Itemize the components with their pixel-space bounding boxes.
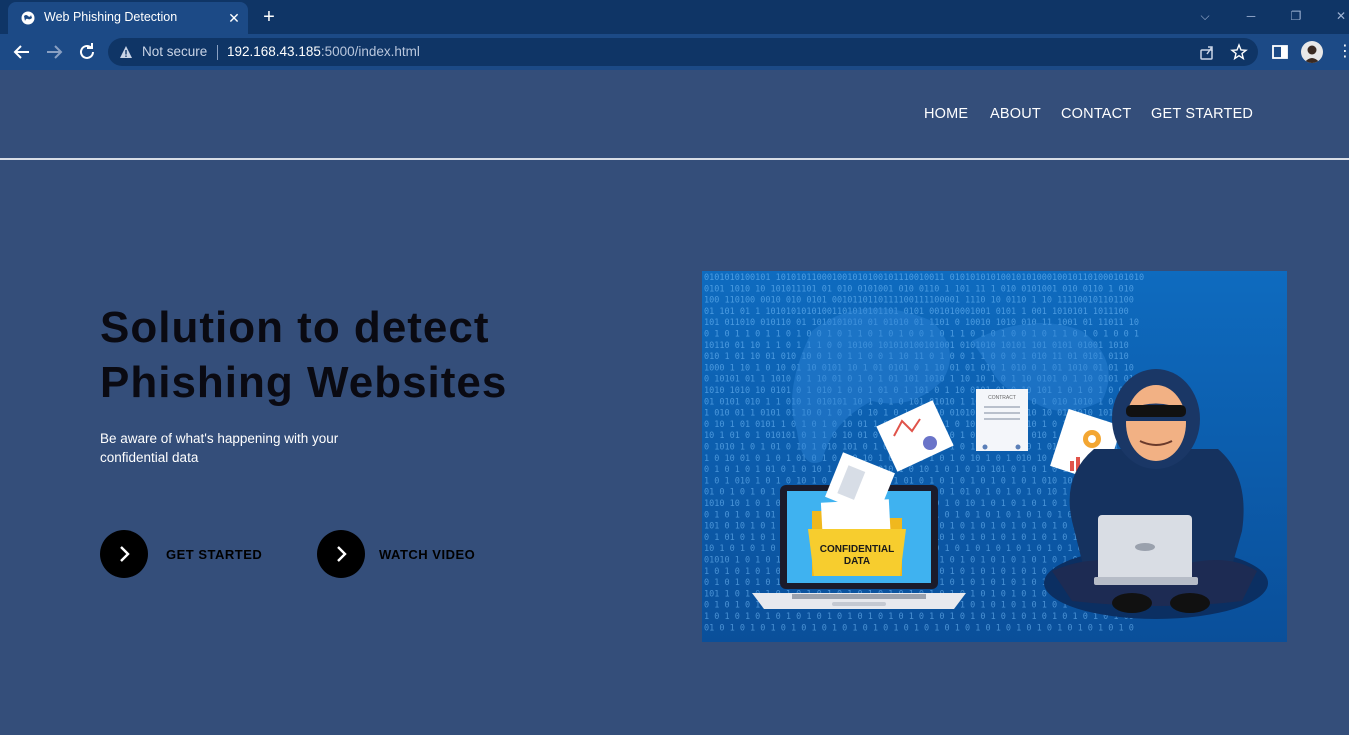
address-bar[interactable]: Not secure 192.168.43.185:5000/index.htm… [108, 38, 1258, 66]
restore-icon[interactable]: ❐ [1285, 6, 1307, 26]
watch-video-button[interactable]: WATCH VIDEO [317, 530, 487, 580]
url-host: 192.168.43.185 [227, 44, 321, 59]
binary-row: 0101 1010 10 101011101 01 010 0101001 01… [704, 284, 1134, 294]
binary-row: 01 0 1 0 1 0 1 0 1 0 1 0 1 0 1 0 1 0 1 0… [704, 623, 1134, 633]
hero-title: Solution to detect Phishing Websites [100, 300, 620, 410]
forward-arrow-icon[interactable] [42, 40, 66, 64]
browser-toolbar: Not secure 192.168.43.185:5000/index.htm… [0, 34, 1349, 70]
minimize-icon[interactable]: ─ [1240, 6, 1262, 26]
omnibox-divider [217, 45, 218, 60]
binary-row: 100 110100 0010 010 0101 001011011011110… [704, 296, 1134, 306]
contract-document: CONTRACT [976, 389, 1028, 451]
get-started-label: GET STARTED [166, 547, 263, 562]
bookmark-star-icon[interactable] [1230, 43, 1248, 61]
phishing-hacker-illustration: 0101010100101 10101011000100101010010111… [702, 271, 1287, 642]
tab-title: Web Phishing Detection [44, 10, 178, 24]
warning-triangle-icon [120, 46, 132, 58]
binary-row: 1 0 1 0 1 0 1 0 1 0 1 0 1 0 1 0 1 0 1 0 … [704, 612, 1134, 622]
url-text[interactable]: 192.168.43.185:5000/index.html [227, 44, 420, 59]
page-body: HOME ABOUT CONTACT GET STARTED Solution … [0, 70, 1349, 735]
contract-label: CONTRACT [988, 395, 1016, 401]
hero-title-line-2: Phishing Websites [100, 358, 508, 407]
browser-tab-strip: Web Phishing Detection ✕ + ⌵ ─ ❐ ✕ [0, 0, 1349, 34]
binary-row: 0101010100101 10101011000100101010010111… [704, 273, 1144, 283]
hacker-illustration-svg: 0101010100101 10101011000100101010010111… [702, 271, 1287, 642]
folder-label-line-1: CONFIDENTIAL [820, 544, 894, 555]
chevron-right-icon [120, 546, 130, 562]
nav-get-started-link[interactable]: GET STARTED [1151, 106, 1253, 122]
tab-search-chevron-icon[interactable]: ⌵ [1194, 6, 1216, 26]
browser-menu-icon[interactable]: ⋮ [1337, 42, 1349, 62]
profile-avatar-image [1304, 45, 1320, 63]
security-status-label[interactable]: Not secure [142, 44, 207, 59]
get-started-circle [100, 530, 148, 578]
site-header: HOME ABOUT CONTACT GET STARTED [0, 70, 1349, 160]
hero-subtitle-line-1: Be aware of what's happening with your [100, 431, 339, 446]
url-path: :5000/index.html [320, 44, 420, 59]
browser-tab[interactable]: Web Phishing Detection ✕ [8, 2, 248, 34]
tab-close-icon[interactable]: ✕ [225, 9, 243, 27]
hero-subtitle: Be aware of what's happening with your c… [100, 429, 400, 467]
window-close-icon[interactable]: ✕ [1330, 6, 1349, 26]
nav-contact-link[interactable]: CONTACT [1061, 106, 1131, 122]
side-panel-icon[interactable] [1270, 42, 1290, 62]
nav-about-link[interactable]: ABOUT [990, 106, 1041, 122]
binary-row: 1 0 1 010 1 0 1 0 10 1 0 1 0 1 0 1 0 1 0… [704, 476, 1134, 486]
share-icon[interactable] [1198, 43, 1216, 61]
new-tab-icon[interactable]: + [258, 6, 280, 28]
back-arrow-icon[interactable] [10, 40, 34, 64]
reload-icon[interactable] [75, 40, 99, 64]
watch-video-circle [317, 530, 365, 578]
hero-title-line-1: Solution to detect [100, 303, 490, 352]
folder-label-line-2: DATA [844, 556, 870, 567]
chevron-right-icon [337, 546, 347, 562]
nav-home-link[interactable]: HOME [924, 106, 968, 122]
get-started-button[interactable]: GET STARTED [100, 530, 270, 580]
watch-video-label: WATCH VIDEO [379, 547, 476, 562]
hero-subtitle-line-2: confidential data [100, 450, 199, 465]
globe-icon [21, 11, 35, 25]
profile-avatar[interactable] [1301, 41, 1323, 63]
